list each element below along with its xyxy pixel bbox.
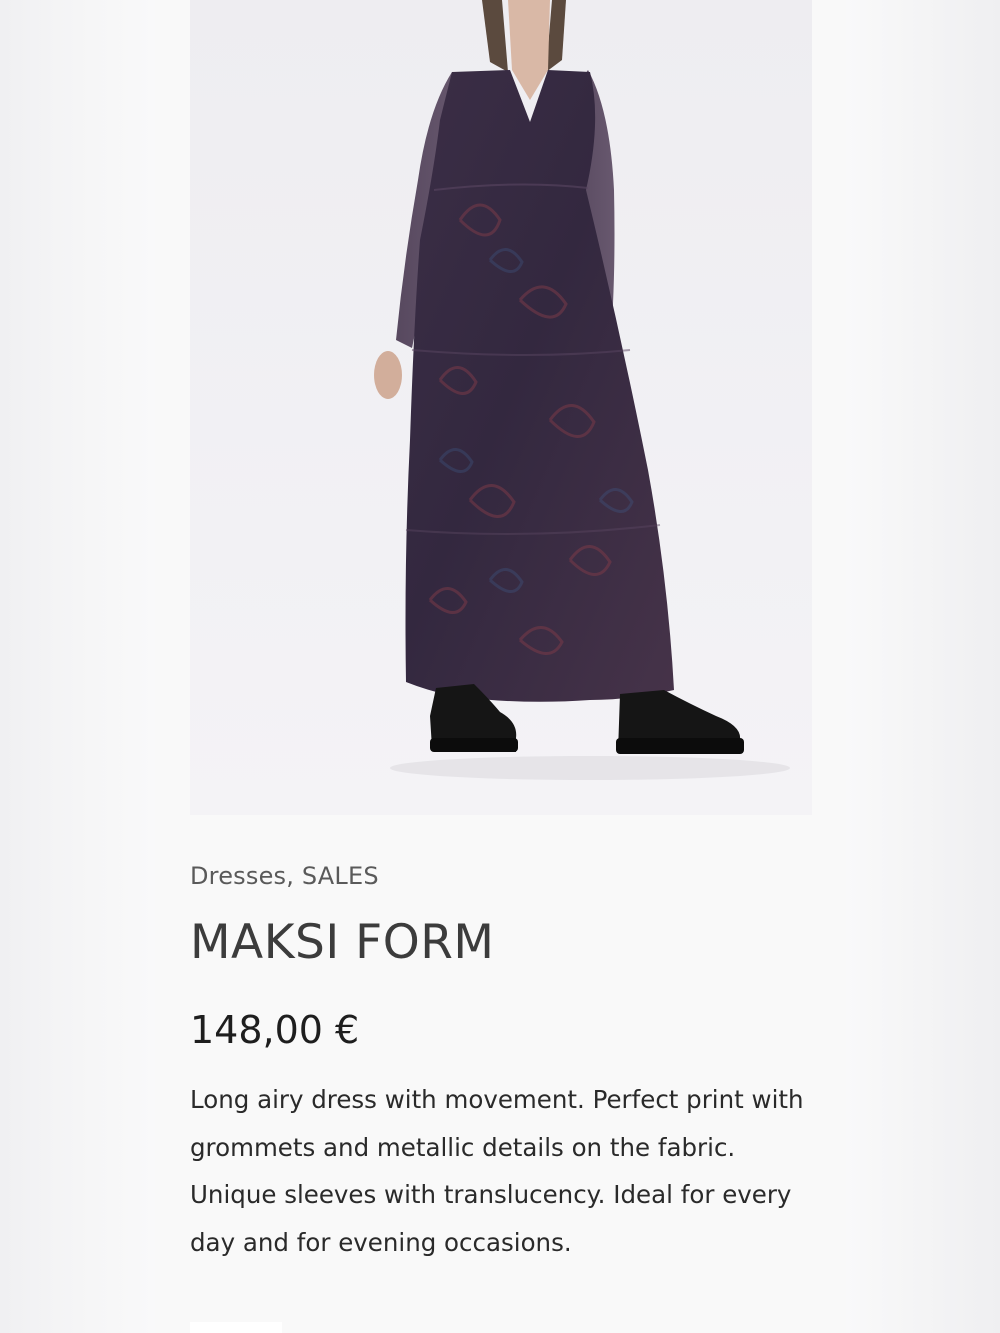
next-section-peek [190, 1322, 282, 1333]
product-title: MAKSI FORM [190, 915, 495, 970]
right-margin [846, 0, 1000, 1333]
model-dress-illustration [190, 0, 812, 815]
left-margin [0, 0, 155, 1333]
product-price: 148,00 € [190, 1008, 360, 1052]
product-photo[interactable] [190, 0, 812, 815]
product-categories[interactable]: Dresses, SALES [190, 862, 379, 890]
product-description: Long airy dress with movement. Perfect p… [190, 1085, 804, 1257]
product-page: Dresses, SALES MAKSI FORM 148,00 € Long … [155, 0, 846, 1333]
